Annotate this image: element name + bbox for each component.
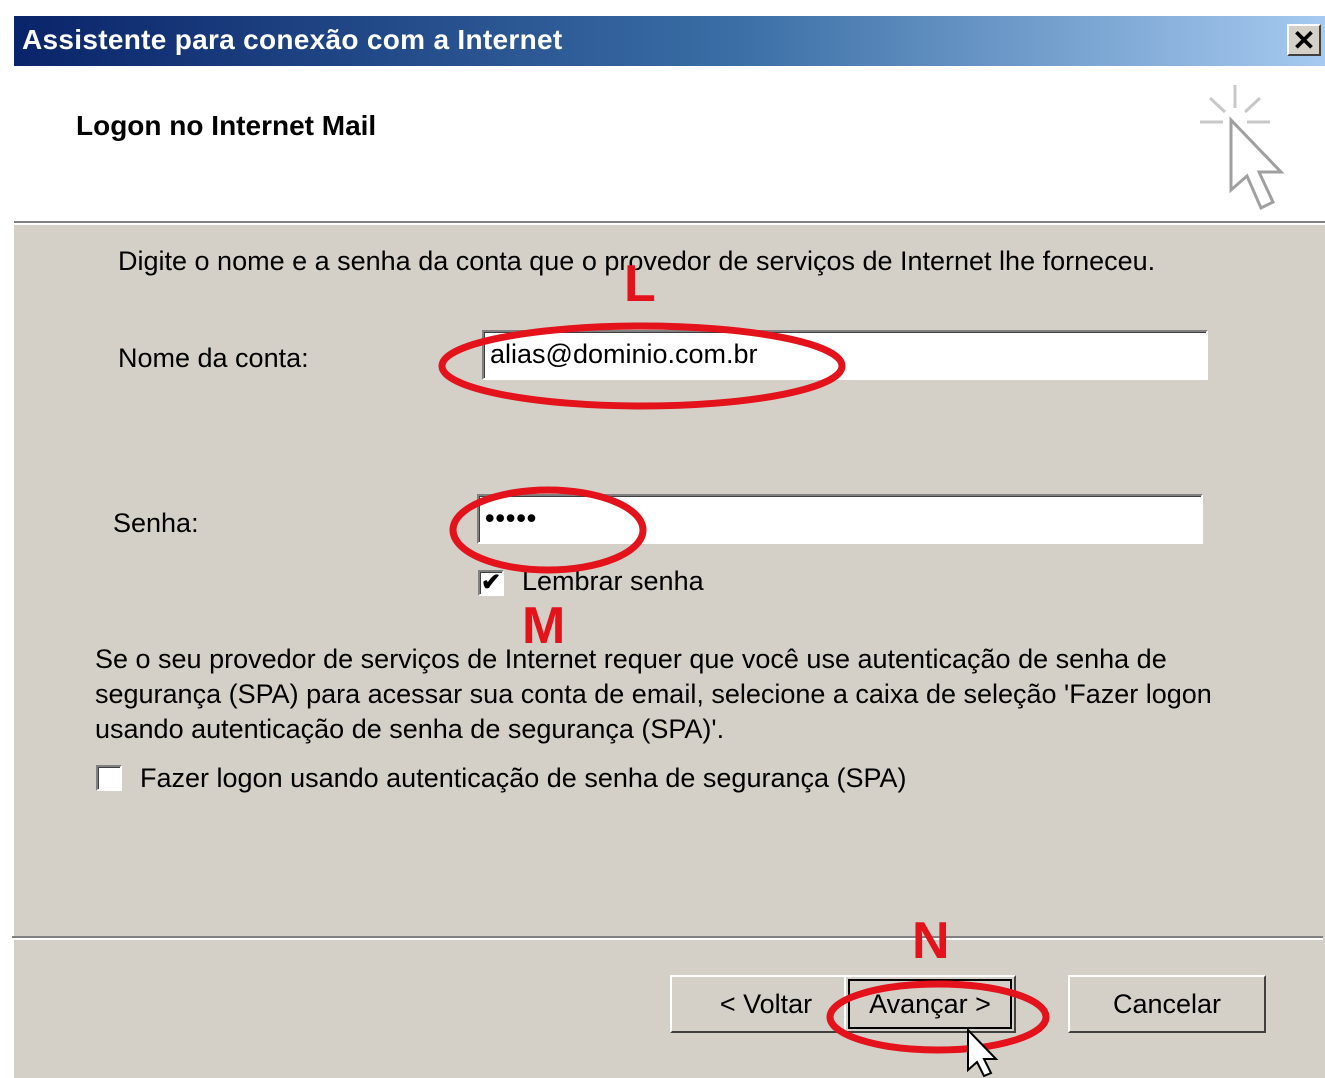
annotation-letter-m: M [522,597,566,655]
annotation-letter-l: L [624,255,656,313]
wizard-header: Logon no Internet Mail [14,66,1325,223]
password-input[interactable]: ••••• [477,494,1203,544]
next-button[interactable]: Avançar > [844,975,1016,1033]
back-button[interactable]: < Voltar [670,975,862,1033]
header-separator [14,223,1325,225]
wizard-cursor-icon [1200,85,1285,211]
cancel-button[interactable]: Cancelar [1068,975,1266,1033]
spa-checkbox-label[interactable]: Fazer logon usando autenticação de senha… [140,763,907,794]
spa-description: Se o seu provedor de serviços de Interne… [95,644,1212,744]
account-name-label: Nome da conta: [118,343,309,373]
window-title: Assistente para conexão com a Internet [22,24,563,55]
close-button[interactable]: ✕ [1287,24,1321,56]
remember-password-checkbox[interactable]: ✔ [478,570,504,596]
title-bar[interactable]: Assistente para conexão com a Internet ✕ [14,16,1325,66]
account-name-input[interactable]: alias@dominio.com.br [482,330,1208,380]
page-title: Logon no Internet Mail [76,110,377,141]
remember-password-label[interactable]: Lembrar senha [522,566,704,597]
annotation-letter-n: N [912,912,950,970]
checkmark-icon: ✔ [480,569,502,596]
password-label: Senha: [113,508,199,538]
close-icon: ✕ [1292,24,1316,56]
wizard-window: Assistente para conexão com a Internet ✕… [12,14,1325,1078]
spa-checkbox[interactable] [96,765,122,791]
footer-divider-highlight [12,938,1323,940]
